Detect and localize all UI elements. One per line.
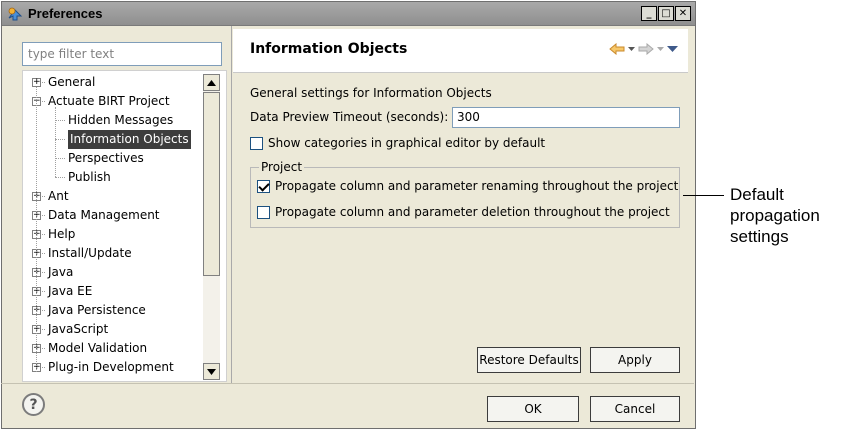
callout-line-3: settings [730,227,789,246]
tree-connector [42,329,45,330]
tree-connector [42,310,45,311]
arrow-down-icon [207,368,216,375]
filter-input[interactable]: type filter text [22,42,222,66]
tree-item-label: General [48,75,96,89]
back-dropdown-icon[interactable] [628,46,635,52]
bottom-separator [1,383,694,384]
tree-item-label: Information Objects [68,130,191,149]
tree-item-label: Ant [48,189,69,203]
tree-connector [42,234,45,235]
tree-item[interactable]: + Help [23,225,203,244]
tree-item[interactable]: + Java EE [23,282,203,301]
timeout-input[interactable]: 300 [452,107,680,128]
arrow-up-icon [207,79,216,86]
title-bar[interactable]: Preferences _ □ ✕ [2,2,695,26]
tree-connector [42,196,45,197]
tree-item-label: Actuate BIRT Project [48,94,170,108]
tree-item[interactable]: Perspectives [23,149,203,168]
forward-arrow-icon[interactable] [638,43,654,55]
timeout-label: Data Preview Timeout (seconds): [250,110,449,124]
pane-divider[interactable] [231,26,232,384]
scroll-down-button[interactable] [203,363,220,380]
nav-toolbar [609,43,678,55]
page-description: General settings for Information Objects [250,86,492,100]
window-title: Preferences [28,6,103,21]
apply-button[interactable]: Apply [590,347,680,373]
propagate-deletion-row[interactable]: Propagate column and parameter deletion … [257,205,670,219]
tree-item[interactable]: Publish [23,168,203,187]
project-group-label: Project [259,160,305,174]
tree-item-label: Data Management [48,208,160,222]
minimize-button[interactable]: _ [641,6,657,21]
tree-connector [55,120,65,121]
page-header: Information Objects [233,29,688,73]
tree-connector [55,158,65,159]
show-categories-label: Show categories in graphical editor by d… [268,136,546,150]
tree-scrollbar[interactable] [203,74,220,380]
forward-dropdown-icon[interactable] [657,46,664,52]
tree-item-label: JavaScript [48,322,109,336]
cancel-button[interactable]: Cancel [590,396,680,422]
tree-item-label: Model Validation [48,341,148,355]
tree-connector [42,272,45,273]
ok-button[interactable]: OK [487,396,579,422]
tree-item[interactable]: + General [23,73,203,92]
tree-item[interactable]: + Ant [23,187,203,206]
tree-connector [42,253,45,254]
propagate-renaming-checkbox[interactable] [257,179,270,193]
tree-item-label: Plug-in Development [48,360,174,374]
tree-connector [42,291,45,292]
propagate-renaming-label: Propagate column and parameter renaming … [275,179,679,193]
tree-connector [55,139,65,140]
callout-annotation: Default propagation settings [730,184,820,247]
callout-line-2: propagation [730,206,820,225]
tree-item[interactable]: Information Objects [23,130,203,149]
tree-item[interactable]: Hidden Messages [23,111,203,130]
propagate-renaming-row[interactable]: Propagate column and parameter renaming … [257,179,678,193]
tree-guide-line [55,107,56,177]
tree-connector [42,348,45,349]
expand-icon[interactable]: + [32,78,41,87]
tree-connector [42,82,45,83]
preferences-app-icon [8,7,23,21]
tree-item-label: Perspectives [68,151,144,165]
tree-item[interactable]: + Java [23,263,203,282]
back-arrow-icon[interactable] [609,43,625,55]
tree-item-label: Help [48,227,76,241]
scroll-up-button[interactable] [203,74,220,91]
tree-item[interactable]: − Actuate BIRT Project [23,92,203,111]
tree-item[interactable]: + Data Management [23,206,203,225]
propagate-deletion-label: Propagate column and parameter deletion … [275,205,670,219]
scroll-thumb[interactable] [203,92,220,276]
page-title: Information Objects [250,41,408,57]
tree-item-label: Publish [68,170,111,184]
callout-line-1: Default [730,185,784,204]
propagate-deletion-checkbox[interactable] [257,205,270,219]
restore-defaults-button[interactable]: Restore Defaults [477,347,581,373]
preference-tree[interactable]: + General − Actuate BIRT Project Hidden Mess… [22,70,227,382]
tree-item[interactable]: + Install/Update [23,244,203,263]
tree-item-label: Java EE [48,284,93,298]
close-button[interactable]: ✕ [675,6,691,21]
tree-connector [42,367,45,368]
tree-item[interactable]: + Java Persistence [23,301,203,320]
tree-item-label: Hidden Messages [68,113,174,127]
view-menu-icon[interactable] [667,45,678,53]
show-categories-row[interactable]: Show categories in graphical editor by d… [250,136,545,150]
maximize-button[interactable]: □ [658,6,674,21]
callout-leader-line [683,195,724,196]
tree-item[interactable]: + Model Validation [23,339,203,358]
tree-item[interactable]: + Plug-in Development [23,358,203,377]
tree-connector [55,177,65,178]
tree-item-label: Java Persistence [48,303,146,317]
tree-connector [42,215,45,216]
tree-connector [42,101,45,102]
help-icon[interactable]: ? [22,393,45,416]
show-categories-checkbox[interactable] [250,136,263,150]
tree-item[interactable]: + JavaScript [23,320,203,339]
tree-guide-line [36,87,37,372]
tree-item-label: Install/Update [48,246,132,260]
tree-item-label: Java [48,265,74,279]
